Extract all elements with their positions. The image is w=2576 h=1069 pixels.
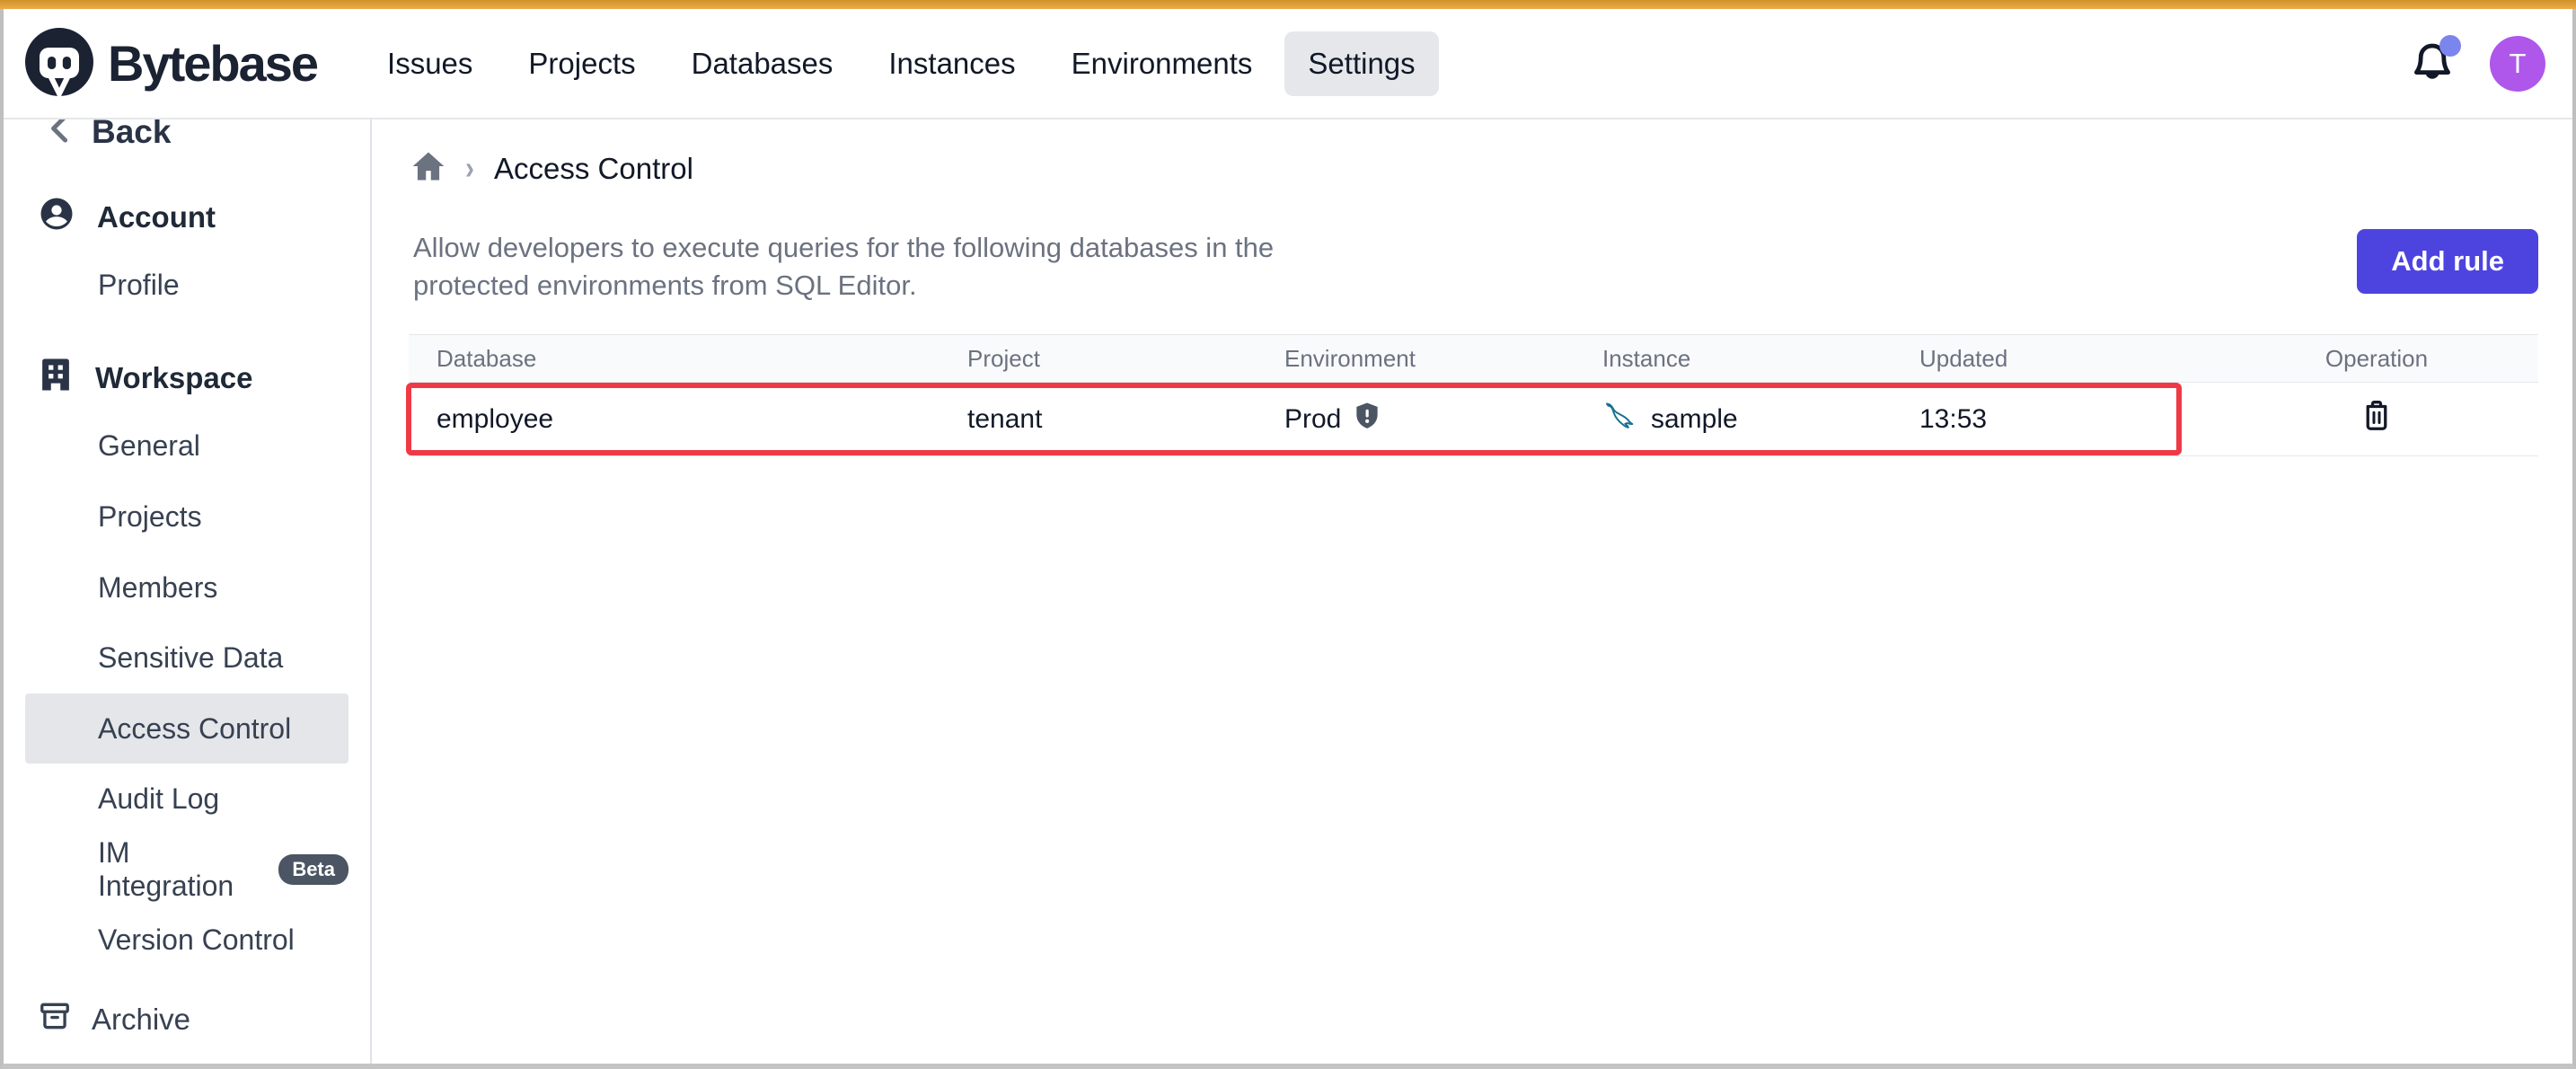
nav-instances[interactable]: Instances xyxy=(865,31,1038,96)
col-header-operation: Operation xyxy=(2215,345,2538,373)
protected-shield-icon xyxy=(1354,402,1381,437)
user-account-icon xyxy=(38,195,75,240)
col-header-project: Project xyxy=(940,345,1257,373)
beta-badge: Beta xyxy=(278,854,348,885)
cell-database: employee xyxy=(409,404,940,435)
sidebar-item-members[interactable]: Members xyxy=(25,552,348,623)
chevron-left-icon xyxy=(47,119,74,152)
page-description: Allow developers to execute queries for … xyxy=(413,229,1383,305)
workspace-section-label: Workspace xyxy=(95,361,252,395)
header-right-group: T xyxy=(2411,36,2545,92)
col-header-instance: Instance xyxy=(1575,345,1892,373)
col-header-database: Database xyxy=(409,345,940,373)
mysql-dolphin-icon xyxy=(1602,400,1638,439)
sidebar-section-account[interactable]: Account xyxy=(4,185,370,251)
nav-settings[interactable]: Settings xyxy=(1284,31,1438,96)
breadcrumb-chevron-icon: › xyxy=(465,150,474,187)
add-rule-button[interactable]: Add rule xyxy=(2357,229,2538,294)
sidebar-item-access-control[interactable]: Access Control xyxy=(25,694,348,764)
bytebase-logo-icon xyxy=(23,26,95,102)
im-integration-label: IM Integration xyxy=(98,836,264,903)
brand-wordmark: Bytebase xyxy=(108,34,317,93)
notification-badge-dot xyxy=(2439,35,2461,57)
settings-sidebar: Back Account Profile Workspace General xyxy=(4,119,372,1064)
nav-projects[interactable]: Projects xyxy=(505,31,658,96)
account-section-label: Account xyxy=(97,200,216,234)
home-icon[interactable] xyxy=(411,150,446,187)
back-label: Back xyxy=(92,119,171,151)
breadcrumb-current: Access Control xyxy=(494,152,693,186)
sidebar-back-button[interactable]: Back xyxy=(4,119,370,160)
nav-environments[interactable]: Environments xyxy=(1048,31,1276,96)
sidebar-item-general[interactable]: General xyxy=(25,411,348,482)
main-nav: Issues Projects Databases Instances Envi… xyxy=(364,31,1439,96)
col-header-environment: Environment xyxy=(1257,345,1575,373)
sidebar-item-audit-log[interactable]: Audit Log xyxy=(25,764,348,835)
screenshot-frame: Bytebase Issues Projects Databases Insta… xyxy=(0,0,2576,1069)
delete-trash-icon[interactable] xyxy=(2361,400,2392,439)
notification-bell-icon[interactable] xyxy=(2411,40,2454,87)
archive-box-icon xyxy=(38,999,72,1040)
nav-databases[interactable]: Databases xyxy=(668,31,857,96)
archive-label: Archive xyxy=(92,1003,190,1037)
col-header-updated: Updated xyxy=(1892,345,2215,373)
sidebar-item-archive[interactable]: Archive xyxy=(4,976,370,1064)
nav-issues[interactable]: Issues xyxy=(364,31,496,96)
cell-project: tenant xyxy=(940,404,1257,435)
sidebar-item-version-control[interactable]: Version Control xyxy=(25,905,348,976)
table-row[interactable]: employee tenant Prod sample xyxy=(409,383,2538,456)
body-row: Back Account Profile Workspace General xyxy=(4,119,2572,1064)
top-header: Bytebase Issues Projects Databases Insta… xyxy=(4,9,2572,119)
sidebar-item-projects[interactable]: Projects xyxy=(25,481,348,552)
app-window: Bytebase Issues Projects Databases Insta… xyxy=(0,9,2576,1069)
sidebar-item-sensitive-data[interactable]: Sensitive Data xyxy=(25,623,348,694)
environment-name: Prod xyxy=(1284,404,1341,435)
bytebase-logo[interactable]: Bytebase xyxy=(23,26,317,102)
breadcrumb: › Access Control xyxy=(411,150,693,187)
table-header-row: Database Project Environment Instance Up… xyxy=(409,335,2538,383)
instance-name: sample xyxy=(1651,404,1738,435)
sidebar-section-workspace[interactable]: Workspace xyxy=(4,346,370,411)
cell-environment: Prod xyxy=(1257,402,1575,437)
cell-updated: 13:53 xyxy=(1892,404,2215,435)
access-rules-table: Database Project Environment Instance Up… xyxy=(409,334,2538,456)
workspace-building-icon xyxy=(38,356,74,401)
sidebar-item-im-integration[interactable]: IM Integration Beta xyxy=(25,835,348,906)
sidebar-item-profile[interactable]: Profile xyxy=(25,251,348,322)
user-avatar[interactable]: T xyxy=(2490,36,2545,92)
cell-operation xyxy=(2215,400,2538,439)
cell-instance: sample xyxy=(1575,400,1892,439)
main-content: › Access Control Allow developers to exe… xyxy=(372,119,2572,1064)
window-top-amber-border xyxy=(0,0,2576,9)
